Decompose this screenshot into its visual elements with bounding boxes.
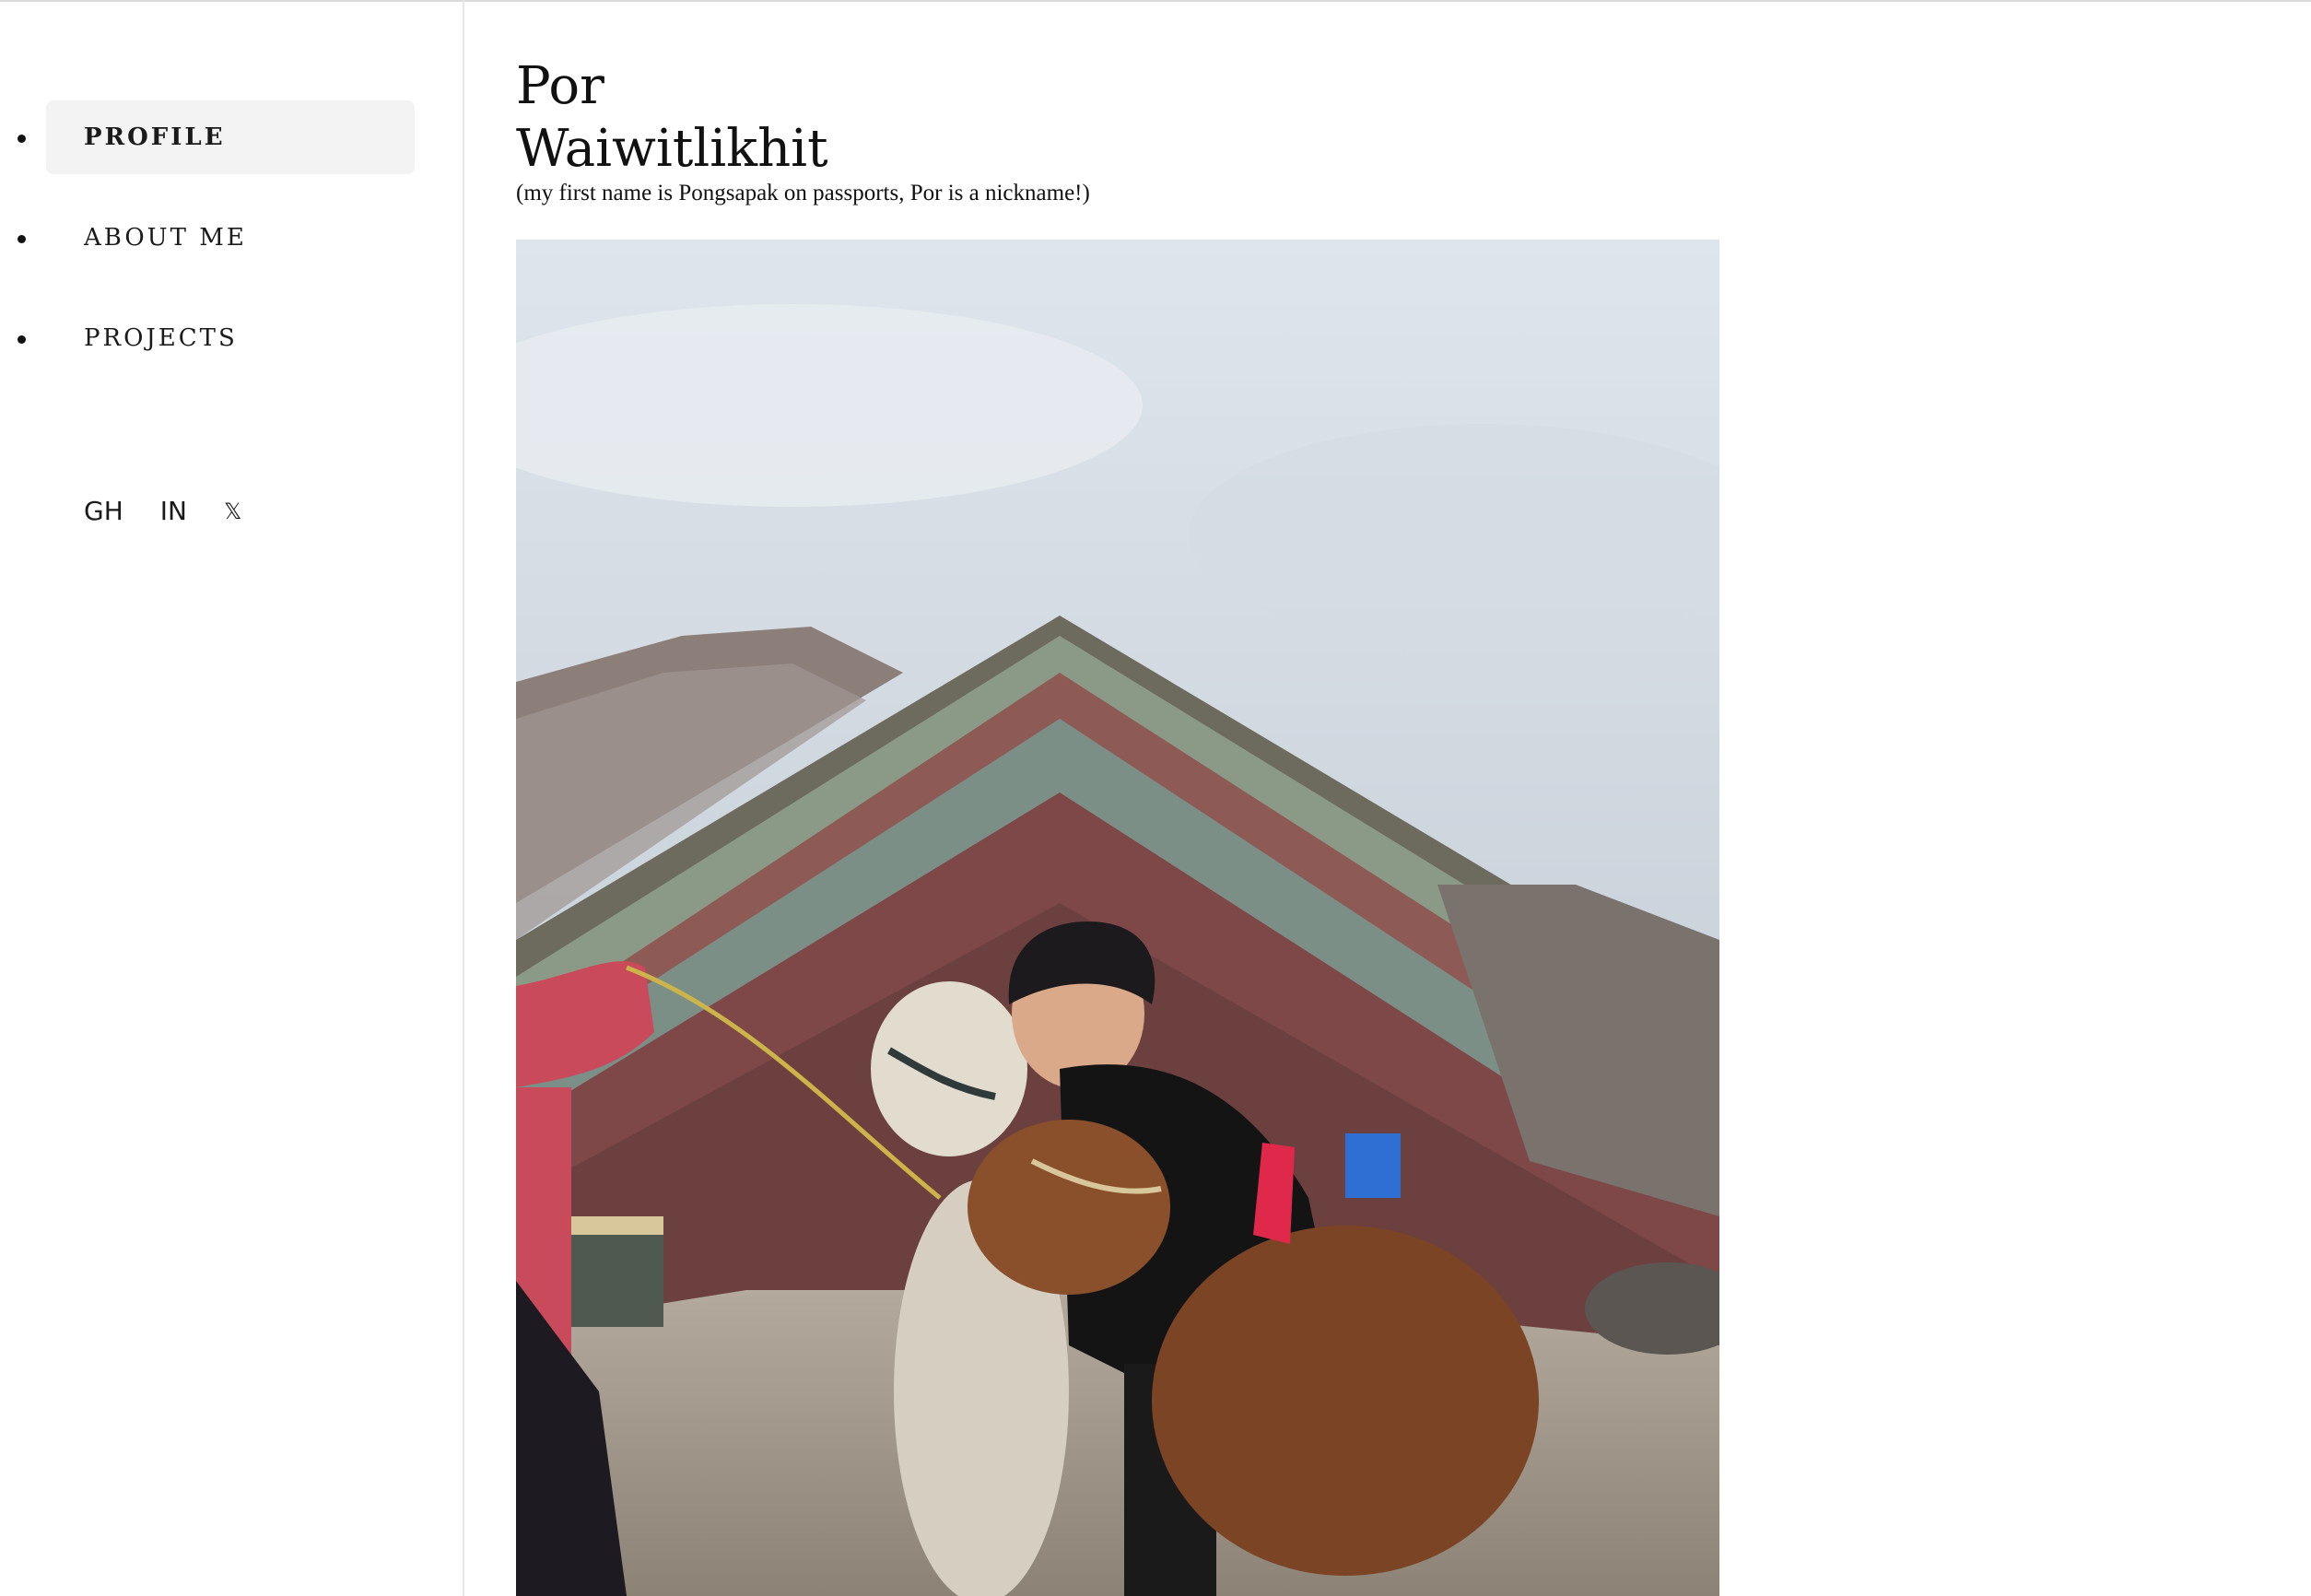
social-links: GH IN 𝕏 (84, 496, 241, 526)
nav-link-about-me[interactable]: ABOUT ME (46, 201, 415, 275)
white-alpaca-head (871, 981, 1027, 1156)
sidebar-nav: PROFILE ABOUT ME PROJECTS (0, 100, 464, 402)
market-stall (562, 1226, 663, 1327)
bullet-icon (18, 135, 26, 143)
photo-illustration (516, 240, 1719, 1596)
sidebar-item-projects: PROJECTS (0, 301, 464, 402)
first-name: Por (516, 56, 604, 116)
github-link[interactable]: GH (84, 496, 123, 526)
linkedin-link[interactable]: IN (160, 496, 187, 526)
nav-link-profile[interactable]: PROFILE (46, 100, 415, 174)
brown-alpaca (1152, 1226, 1539, 1576)
brown-alpaca-head (968, 1120, 1170, 1295)
bullet-icon (18, 235, 26, 243)
market-stall-top (562, 1216, 663, 1235)
profile-photo (516, 240, 1719, 1596)
blue-bag (1345, 1133, 1401, 1198)
page-title: Por Waiwitlikhit (516, 55, 828, 181)
nav-link-projects[interactable]: PROJECTS (46, 301, 415, 375)
sidebar-item-about: ABOUT ME (0, 201, 464, 301)
sidebar: PROFILE ABOUT ME PROJECTS GH IN 𝕏 (0, 0, 464, 1596)
last-name: Waiwitlikhit (516, 119, 828, 179)
x-logo-icon[interactable]: 𝕏 (224, 499, 241, 524)
bullet-icon (18, 335, 26, 344)
name-subtitle: (my first name is Pongsapak on passports… (516, 181, 1090, 205)
sidebar-item-profile: PROFILE (0, 100, 464, 201)
